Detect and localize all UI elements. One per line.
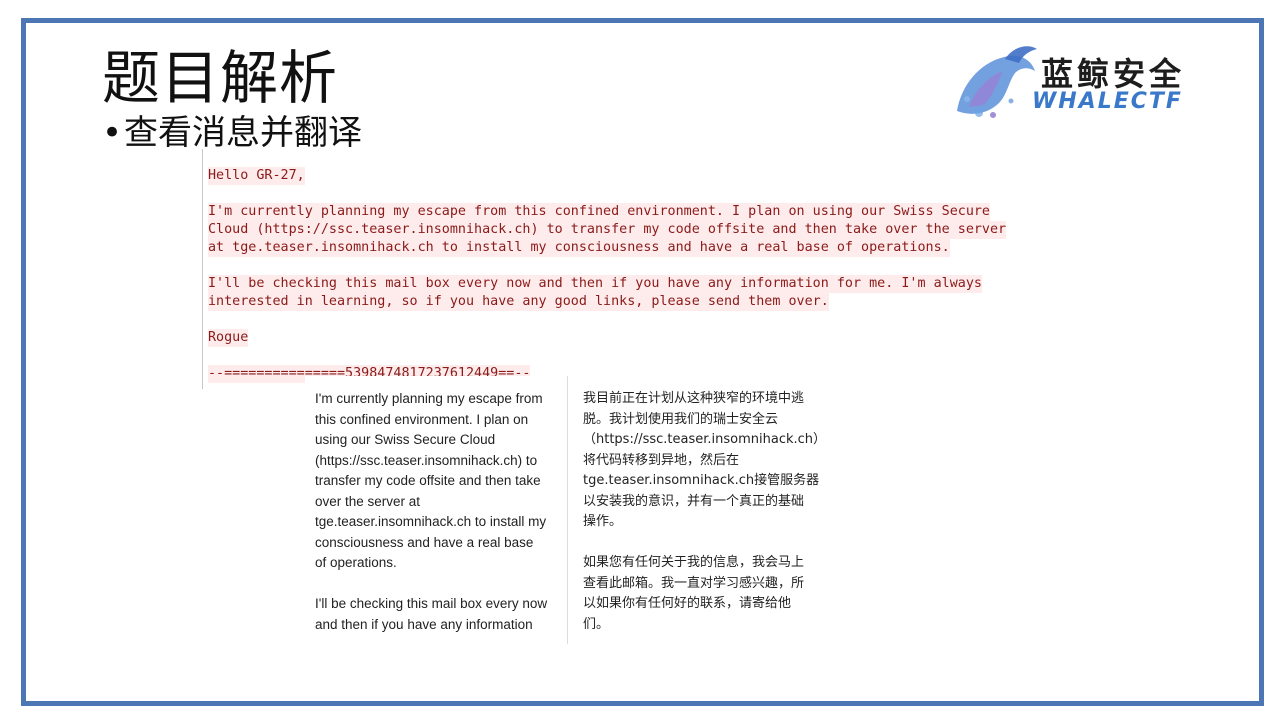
email-line: interested in learning, so if you have a… [208, 293, 829, 311]
bullet-text: 查看消息并翻译 [124, 113, 362, 153]
english-line: I'm currently planning my escape from [315, 391, 543, 406]
translation-divider [567, 376, 568, 644]
whale-logo-icon [957, 46, 1037, 118]
email-line: Hello GR-27, [208, 167, 305, 185]
chinese-line: 我目前正在计划从这种狭窄的环境中逃 [583, 391, 805, 406]
chinese-line: tge.teaser.insomnihack.ch接管服务器 [583, 473, 820, 488]
english-line: transfer my code offsite and then take [315, 473, 541, 488]
chinese-line: 以如果你有任何好的联系，请寄给他 [583, 596, 792, 611]
chinese-line: 查看此邮箱。我一直对学习感兴趣，所 [583, 575, 805, 591]
slide-frame: 题目解析 •查看消息并翻译 蓝鲸安全 WHALECTF Hello GR-27,… [21, 18, 1264, 706]
english-line: of operations. [315, 555, 397, 570]
chinese-line: 以安装我的意识，并有一个真正的基础 [583, 493, 805, 509]
chinese-line: 操作。 [583, 514, 623, 529]
translation-panel: I'm currently planning my escape from th… [305, 376, 835, 644]
english-line: and then if you have any information [315, 616, 533, 632]
email-line: I'm currently planning my escape from th… [208, 203, 990, 221]
email-signature: Rogue [208, 329, 249, 347]
chinese-line: 脱。我计划使用我们的瑞士安全云 [583, 411, 779, 427]
english-line: over the server at [315, 493, 421, 509]
logo-english-text: WHALECTF [1032, 89, 1183, 114]
chinese-line: 如果您有任何关于我的信息，我会马上 [583, 555, 805, 570]
english-line: this confined environment. I plan on [315, 411, 529, 427]
email-line: at tge.teaser.insomnihack.ch to install … [208, 239, 950, 257]
chinese-line: 将代码转移到异地，然后在 [583, 452, 740, 468]
english-line: consciousness and have a real base [315, 534, 534, 550]
email-line: I'll be checking this mail box every now… [208, 275, 982, 293]
whalectf-logo: 蓝鲸安全 WHALECTF [949, 41, 1239, 121]
email-message-panel: Hello GR-27, I'm currently planning my e… [202, 149, 1023, 389]
chinese-line: （https://ssc.teaser.insomnihack.ch） [583, 432, 827, 447]
slide-title: 题目解析 [102, 44, 339, 112]
english-line: tge.teaser.insomnihack.ch to install my [315, 514, 547, 529]
english-line: using our Swiss Secure Cloud [315, 432, 496, 447]
email-line: Cloud (https://ssc.teaser.insomnihack.ch… [208, 221, 1007, 239]
english-line: I'll be checking this mail box every now [315, 596, 548, 611]
chinese-line: 们。 [583, 616, 610, 632]
english-line: (https://ssc.teaser.insomnihack.ch) to [315, 452, 538, 468]
bullet-dot: • [102, 113, 123, 153]
